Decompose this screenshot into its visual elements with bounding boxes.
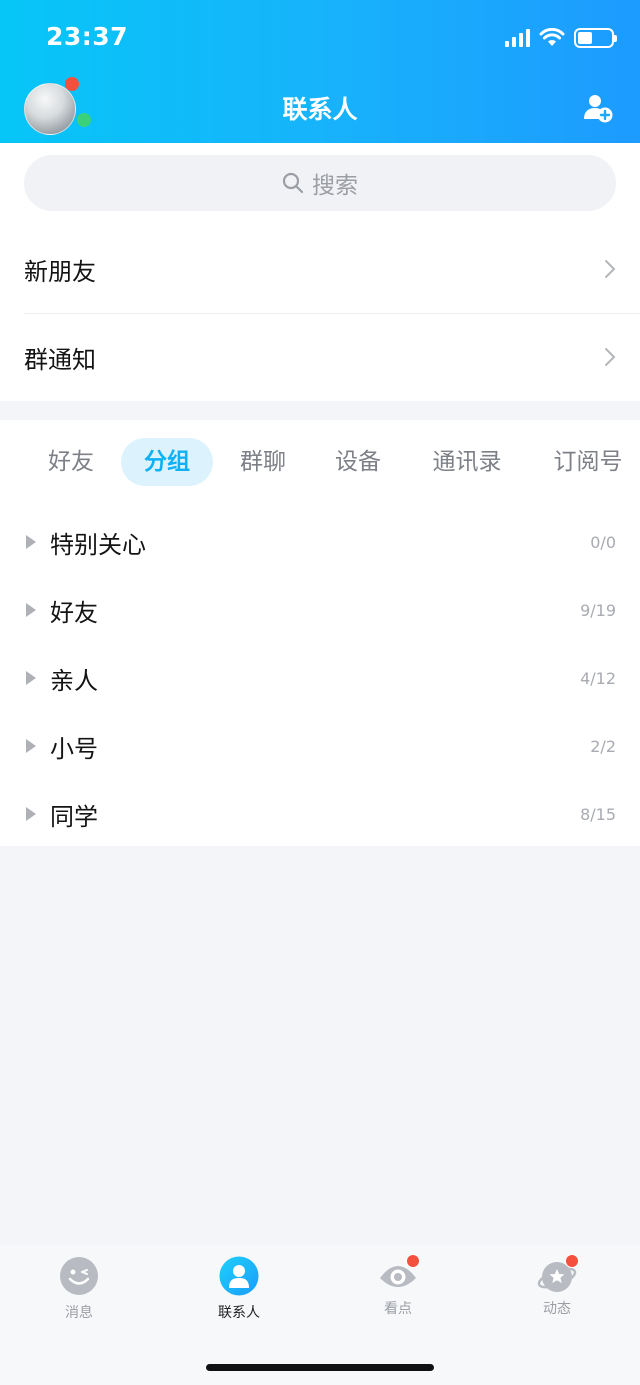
tab-address-book[interactable]: 通讯录 xyxy=(418,438,516,486)
search-placeholder: 搜索 xyxy=(312,173,358,199)
status-icons xyxy=(505,26,617,50)
search-section: 搜索 xyxy=(0,143,640,225)
group-row[interactable]: 好友 9/19 xyxy=(0,576,640,644)
message-smile-icon xyxy=(60,1257,98,1295)
chevron-right-icon xyxy=(605,260,616,278)
tabbar-feed[interactable]: 动态 xyxy=(517,1254,597,1318)
group-row[interactable]: 小号 2/2 xyxy=(0,712,640,780)
new-friends-label: 新朋友 xyxy=(24,257,96,286)
home-indicator xyxy=(206,1364,434,1371)
group-name: 小号 xyxy=(50,734,98,763)
group-name: 特别关心 xyxy=(50,530,146,559)
expand-arrow-icon xyxy=(26,603,36,617)
wifi-icon xyxy=(539,28,565,46)
page-title: 联系人 xyxy=(282,95,358,124)
tab-friends[interactable]: 好友 xyxy=(28,438,114,486)
tab-groups[interactable]: 分组 xyxy=(121,438,213,486)
group-row[interactable]: 亲人 4/12 xyxy=(0,644,640,712)
planet-icon-wrap xyxy=(537,1254,579,1296)
tabbar-label: 消息 xyxy=(65,1305,93,1321)
status-time: 23:37 xyxy=(46,22,129,51)
add-contact-icon[interactable] xyxy=(582,92,614,124)
group-name: 亲人 xyxy=(50,666,98,695)
contact-tabs: 好友 分组 群聊 设备 通讯录 订阅号 xyxy=(0,438,640,488)
group-notice-label: 群通知 xyxy=(24,345,96,374)
avatar-notification-dot xyxy=(65,77,79,91)
new-friends-item[interactable]: 新朋友 xyxy=(0,225,640,313)
tabbar-messages[interactable]: 消息 xyxy=(39,1256,119,1322)
group-count: 0/0 xyxy=(590,532,616,552)
notification-badge xyxy=(565,1254,579,1268)
battery-icon xyxy=(574,28,617,48)
tabbar-discover[interactable]: 看点 xyxy=(358,1254,438,1318)
group-count: 4/12 xyxy=(580,668,616,688)
notification-badge xyxy=(406,1254,420,1268)
tabbar-contacts[interactable]: 联系人 xyxy=(199,1256,279,1322)
tab-subscriptions[interactable]: 订阅号 xyxy=(540,438,636,486)
eye-icon-wrap xyxy=(378,1254,420,1296)
group-count: 2/2 xyxy=(590,736,616,756)
app-header: 23:37 联系人 xyxy=(0,0,640,143)
chevron-right-icon xyxy=(605,348,616,366)
group-count: 8/15 xyxy=(580,804,616,824)
group-name: 好友 xyxy=(50,598,98,627)
tab-group-chats[interactable]: 群聊 xyxy=(220,438,306,486)
tabbar-label: 看点 xyxy=(384,1301,412,1317)
tab-devices[interactable]: 设备 xyxy=(315,438,401,486)
group-row[interactable]: 特别关心 0/0 xyxy=(0,508,640,576)
expand-arrow-icon xyxy=(26,535,36,549)
group-count: 9/19 xyxy=(580,600,616,620)
expand-arrow-icon xyxy=(26,671,36,685)
search-icon xyxy=(282,172,304,194)
cellular-signal-icon xyxy=(505,29,530,47)
expand-arrow-icon xyxy=(26,739,36,753)
group-name: 同学 xyxy=(50,802,98,831)
group-notice-item[interactable]: 群通知 xyxy=(0,313,640,401)
contacts-section: 好友 分组 群聊 设备 通讯录 订阅号 特别关心 0/0 好友 9/19 亲人 … xyxy=(0,420,640,846)
contact-person-icon xyxy=(219,1256,259,1296)
expand-arrow-icon xyxy=(26,807,36,821)
group-row[interactable]: 同学 8/15 xyxy=(0,780,640,848)
search-input[interactable]: 搜索 xyxy=(24,155,616,211)
tabbar-label: 动态 xyxy=(543,1301,571,1317)
entry-list: 新朋友 群通知 xyxy=(0,225,640,401)
tabbar-label: 联系人 xyxy=(218,1305,260,1321)
